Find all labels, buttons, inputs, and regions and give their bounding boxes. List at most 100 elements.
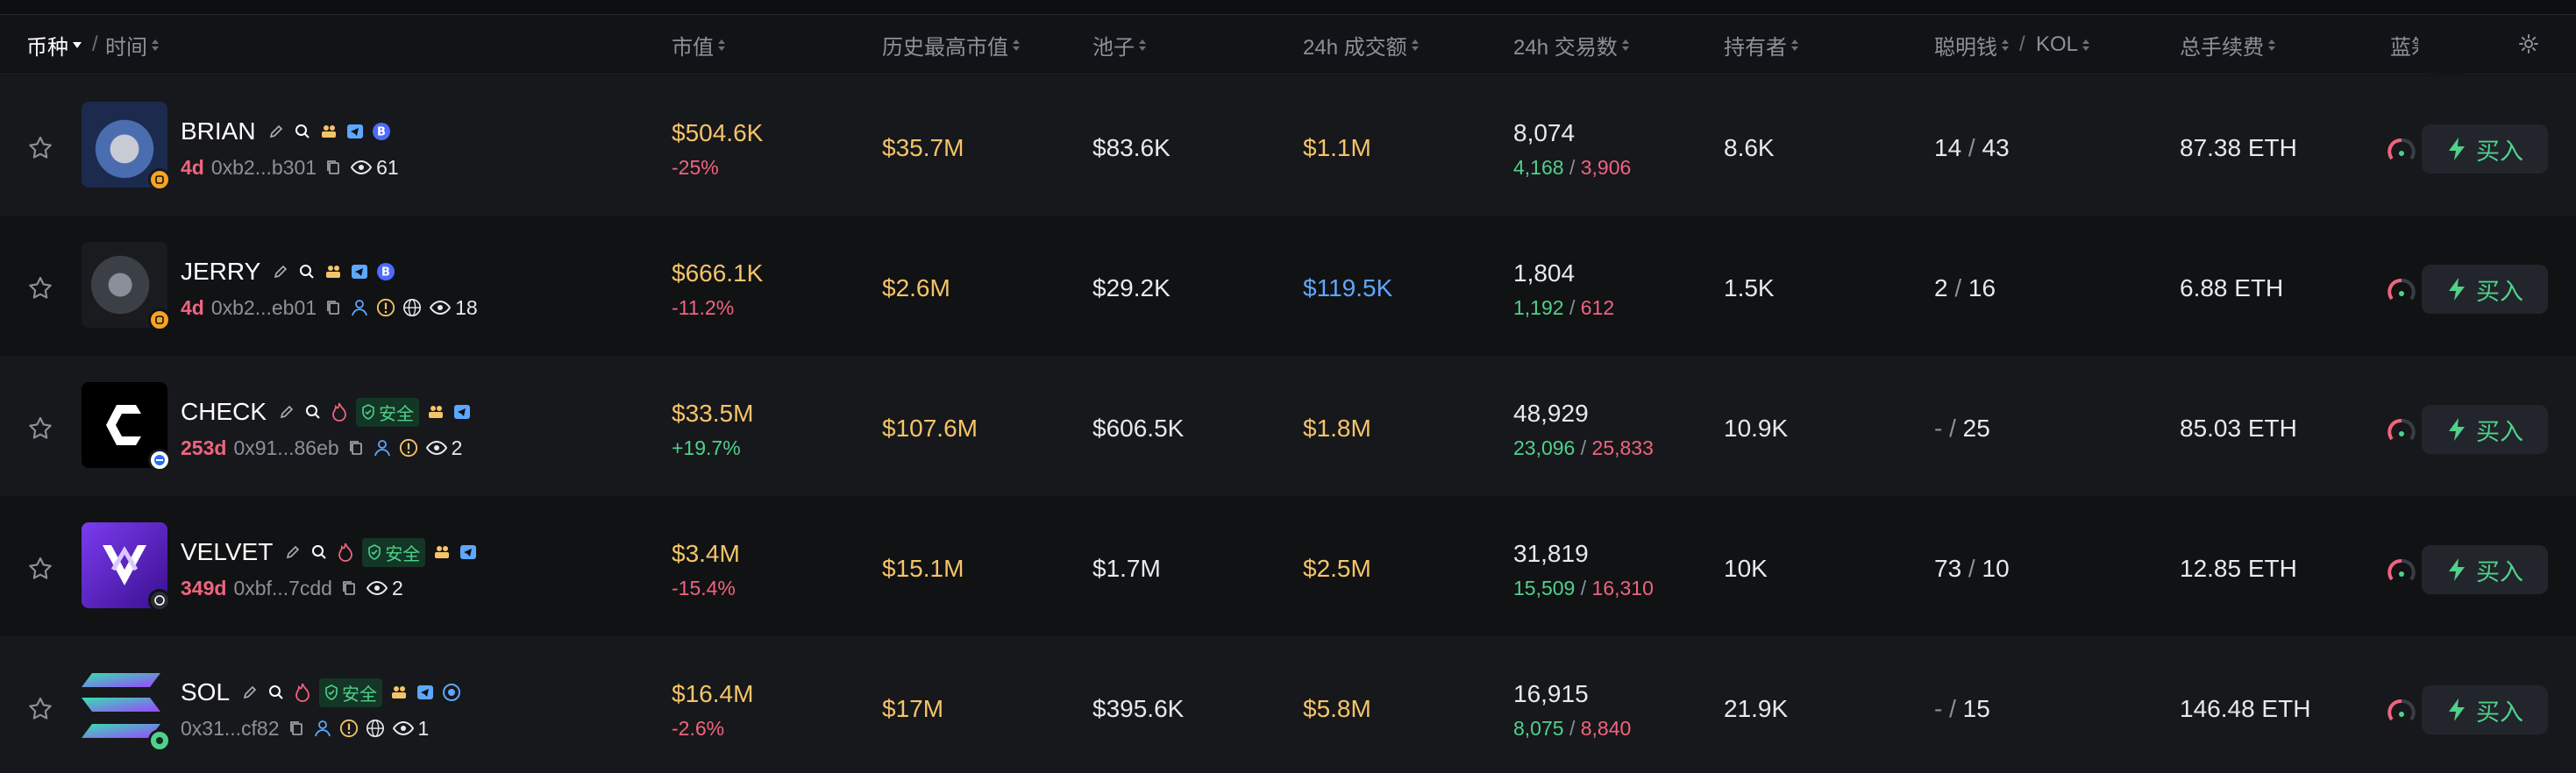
- globe-icon[interactable]: [402, 298, 422, 317]
- token-symbol[interactable]: VELVET: [181, 538, 273, 566]
- copy-icon[interactable]: [287, 719, 306, 738]
- lightning-icon: [2449, 278, 2465, 301]
- svg-text:B: B: [377, 126, 386, 139]
- total-fees: 146.48 ETH: [2180, 695, 2311, 722]
- header-volume-24h[interactable]: 24h 成交额: [1303, 15, 1419, 74]
- search-icon[interactable]: [267, 683, 286, 702]
- star-icon[interactable]: [26, 134, 54, 162]
- header-market-cap[interactable]: 市值: [672, 15, 725, 74]
- token-symbol[interactable]: SOL: [181, 678, 230, 706]
- avatar[interactable]: [82, 663, 171, 752]
- views-count: 18: [429, 296, 478, 320]
- svg-text:B: B: [381, 266, 390, 280]
- b-badge-icon: B: [372, 122, 391, 141]
- star-icon[interactable]: [26, 555, 54, 583]
- flame-icon: [330, 402, 349, 422]
- buy-button[interactable]: 买入: [2422, 124, 2548, 174]
- sort-icon: [2268, 39, 2275, 51]
- star-icon[interactable]: [26, 274, 54, 302]
- table-header: 币种 / 时间 市值 历史最高市值 池子 24h 成交额 24h 交易数 持有者…: [0, 15, 2576, 74]
- token-symbol[interactable]: JERRY: [181, 258, 260, 286]
- header-smart-money[interactable]: 聪明钱 /: [1934, 15, 2036, 74]
- search-icon[interactable]: [297, 262, 317, 281]
- warning-icon: [339, 719, 359, 738]
- header-coin[interactable]: 币种 /: [26, 15, 109, 74]
- buy-button[interactable]: 买入: [2422, 685, 2548, 734]
- gear-icon[interactable]: [2516, 32, 2541, 56]
- star-icon[interactable]: [26, 415, 54, 443]
- token-symbol[interactable]: CHECK: [181, 398, 267, 426]
- search-icon[interactable]: [303, 402, 323, 422]
- volume-24h: $1.1M: [1303, 134, 1371, 161]
- header-time[interactable]: 时间: [105, 15, 159, 74]
- table-row[interactable]: VELVET 安全 349d 0xbf...7cdd 2 $3.4M -15.4…: [0, 496, 2576, 636]
- views-count: 1: [392, 717, 429, 741]
- avatar[interactable]: [82, 242, 171, 331]
- buys-sells: 8,075 / 8,840: [1513, 717, 1632, 740]
- shield-icon: [368, 544, 381, 560]
- header-kol[interactable]: KOL: [2036, 15, 2090, 74]
- token-symbol[interactable]: BRIAN: [181, 117, 256, 145]
- avatar[interactable]: [82, 102, 171, 191]
- smart-kol: 14 / 43: [1934, 134, 2010, 161]
- eye-icon: [392, 720, 414, 736]
- edit-icon[interactable]: [283, 543, 302, 562]
- total-fees: 12.85 ETH: [2180, 555, 2297, 582]
- header-pool[interactable]: 池子: [1092, 15, 1146, 74]
- header-blue-chip[interactable]: 蓝筹: [2390, 15, 2418, 74]
- telegram-icon[interactable]: [350, 262, 369, 281]
- header-total-fees[interactable]: 总手续费: [2180, 15, 2275, 74]
- chain-icon: [148, 729, 171, 752]
- sort-icon: [2002, 39, 2009, 51]
- price-change: -15.4%: [672, 577, 736, 599]
- header-txns-24h[interactable]: 24h 交易数: [1513, 15, 1629, 74]
- market-cap: $504.6K: [672, 119, 764, 146]
- copy-icon[interactable]: [324, 158, 343, 177]
- buy-button[interactable]: 买入: [2422, 545, 2548, 594]
- header-ath-market-cap[interactable]: 历史最高市值: [882, 15, 1020, 74]
- table-row[interactable]: CHECK 安全 253d 0x91...86eb 2 $33.5M +19.7…: [0, 356, 2576, 496]
- buy-button[interactable]: 买入: [2422, 265, 2548, 314]
- volume-24h: $5.8M: [1303, 695, 1371, 722]
- copy-icon[interactable]: [346, 438, 366, 457]
- top-border: [0, 0, 2576, 15]
- copy-icon[interactable]: [324, 298, 343, 317]
- edit-icon[interactable]: [267, 122, 286, 141]
- lightning-icon: [2449, 699, 2465, 721]
- gauge-icon: [2387, 276, 2416, 306]
- globe-icon[interactable]: [366, 719, 385, 738]
- b-badge-icon: B: [376, 262, 395, 281]
- avatar[interactable]: [82, 382, 171, 472]
- header-holders[interactable]: 持有者: [1724, 15, 1798, 74]
- token-address: 0xb2...b301: [210, 155, 317, 179]
- edit-icon[interactable]: [240, 683, 260, 702]
- smart-kol: - / 15: [1934, 695, 1990, 722]
- table-row[interactable]: JERRY B 4d 0xb2...eb01 18 $666.1K -11.2%…: [0, 216, 2576, 356]
- price-change: -2.6%: [672, 717, 725, 740]
- telegram-icon[interactable]: [416, 683, 435, 702]
- buy-button[interactable]: 买入: [2422, 405, 2548, 454]
- buys-sells: 1,192 / 612: [1513, 296, 1615, 319]
- table-row[interactable]: BRIAN B 4d 0xb2...b301 61 $504.6K -25% $…: [0, 75, 2576, 216]
- sort-icon: [152, 39, 159, 51]
- telegram-icon[interactable]: [459, 543, 478, 562]
- edit-icon[interactable]: [277, 402, 296, 422]
- user-icon: [350, 298, 369, 317]
- search-icon[interactable]: [293, 122, 312, 141]
- avatar[interactable]: [82, 522, 171, 612]
- copy-icon[interactable]: [339, 578, 359, 598]
- search-icon[interactable]: [310, 543, 329, 562]
- sort-icon: [718, 39, 725, 51]
- telegram-icon[interactable]: [452, 402, 472, 422]
- price-change: -25%: [672, 156, 719, 179]
- lightning-icon: [2449, 418, 2465, 441]
- holders-count: 21.9K: [1724, 695, 1789, 722]
- pool-value: $395.6K: [1092, 695, 1185, 722]
- market-cap: $3.4M: [672, 540, 740, 567]
- telegram-icon[interactable]: [345, 122, 365, 141]
- total-fees: 6.88 ETH: [2180, 274, 2284, 301]
- edit-icon[interactable]: [271, 262, 290, 281]
- table-row[interactable]: SOL 安全 0x31...cf82 1 $16.4M -2.6% $17M $…: [0, 636, 2576, 773]
- holders-count: 10K: [1724, 555, 1768, 582]
- star-icon[interactable]: [26, 695, 54, 723]
